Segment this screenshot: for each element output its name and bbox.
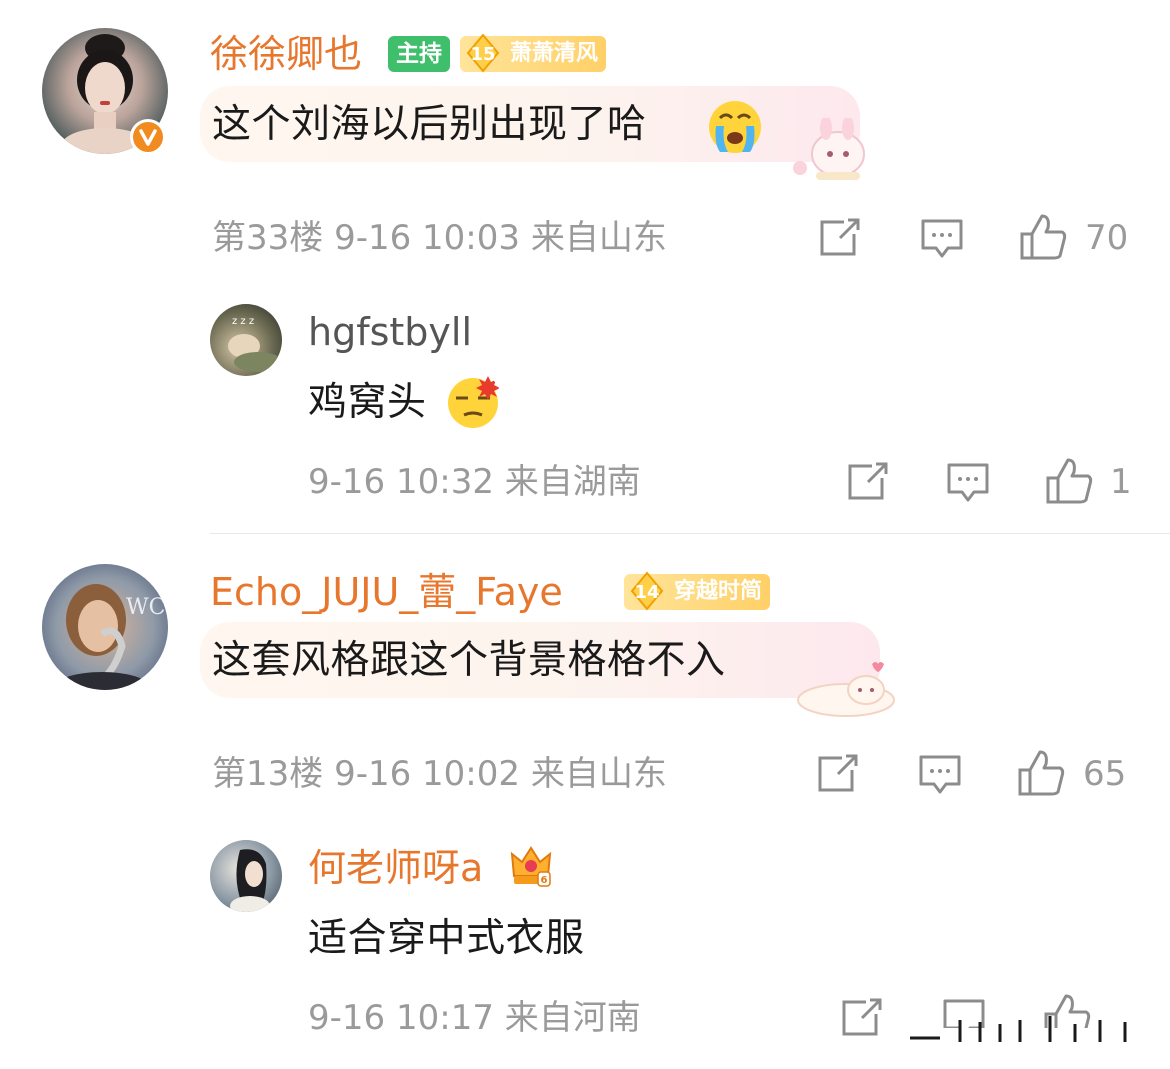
username[interactable]: Echo_JUJU_蕾_Faye xyxy=(210,570,563,614)
svg-text:z z z: z z z xyxy=(232,316,254,327)
comment-icon[interactable] xyxy=(918,754,962,796)
svg-text:15: 15 xyxy=(470,44,495,65)
comment-text: 这个刘海以后别出现了哈 xyxy=(212,102,647,147)
fan-badge-label: 穿越时简 xyxy=(674,579,763,604)
fan-level-icon: 15 xyxy=(466,33,500,73)
svg-text:6: 6 xyxy=(541,875,548,886)
like-icon[interactable] xyxy=(1046,458,1094,504)
forward-icon[interactable] xyxy=(818,218,860,258)
comment-icon[interactable] xyxy=(920,218,964,260)
divider xyxy=(210,533,1170,534)
reply-text: 鸡窝头 xyxy=(308,380,427,425)
reply-meta: 9-16 10:17 来自河南 xyxy=(308,998,641,1038)
bubble-decoration-icon xyxy=(797,662,895,717)
like-count: 1 xyxy=(1110,462,1132,502)
forward-icon[interactable] xyxy=(846,462,888,502)
username[interactable]: hgfstbyll xyxy=(308,310,472,354)
svg-text:WC: WC xyxy=(126,595,165,620)
fan-level-icon: 14 xyxy=(630,571,664,611)
username[interactable]: 徐徐卿也 xyxy=(210,32,362,76)
host-badge: 主持 xyxy=(388,36,450,72)
forward-icon[interactable] xyxy=(840,998,882,1038)
crying-emoji xyxy=(709,101,761,153)
crown-icon: 6 xyxy=(510,846,552,887)
fan-badge: 14 穿越时简 xyxy=(624,571,771,611)
avatar[interactable] xyxy=(210,840,282,912)
fan-badge: 15 萧萧清风 xyxy=(460,33,607,73)
like-icon[interactable] xyxy=(1020,214,1068,260)
comment-text: 这套风格跟这个背景格格不入 xyxy=(212,638,726,683)
fan-badge-label: 萧萧清风 xyxy=(510,41,599,66)
comment-meta: 第33楼 9-16 10:03 来自山东 xyxy=(212,218,667,258)
annoyed-emoji xyxy=(448,376,500,428)
watermark-strip xyxy=(904,1016,1164,1042)
username[interactable]: 何老师呀a xyxy=(308,846,483,890)
svg-text:14: 14 xyxy=(634,582,659,603)
comment-meta: 第13楼 9-16 10:02 来自山东 xyxy=(212,754,667,794)
forward-icon[interactable] xyxy=(816,754,858,794)
like-count: 70 xyxy=(1085,218,1129,258)
like-icon[interactable] xyxy=(1018,750,1066,796)
reply-text: 适合穿中式衣服 xyxy=(308,916,585,961)
comment-icon[interactable] xyxy=(946,462,990,504)
avatar[interactable]: z z z xyxy=(210,304,282,376)
bubble-decoration-icon xyxy=(793,118,865,180)
reply-meta: 9-16 10:32 来自湖南 xyxy=(308,462,641,502)
avatar[interactable]: WC xyxy=(42,564,168,690)
verified-icon xyxy=(130,119,166,155)
like-count: 65 xyxy=(1083,754,1127,794)
